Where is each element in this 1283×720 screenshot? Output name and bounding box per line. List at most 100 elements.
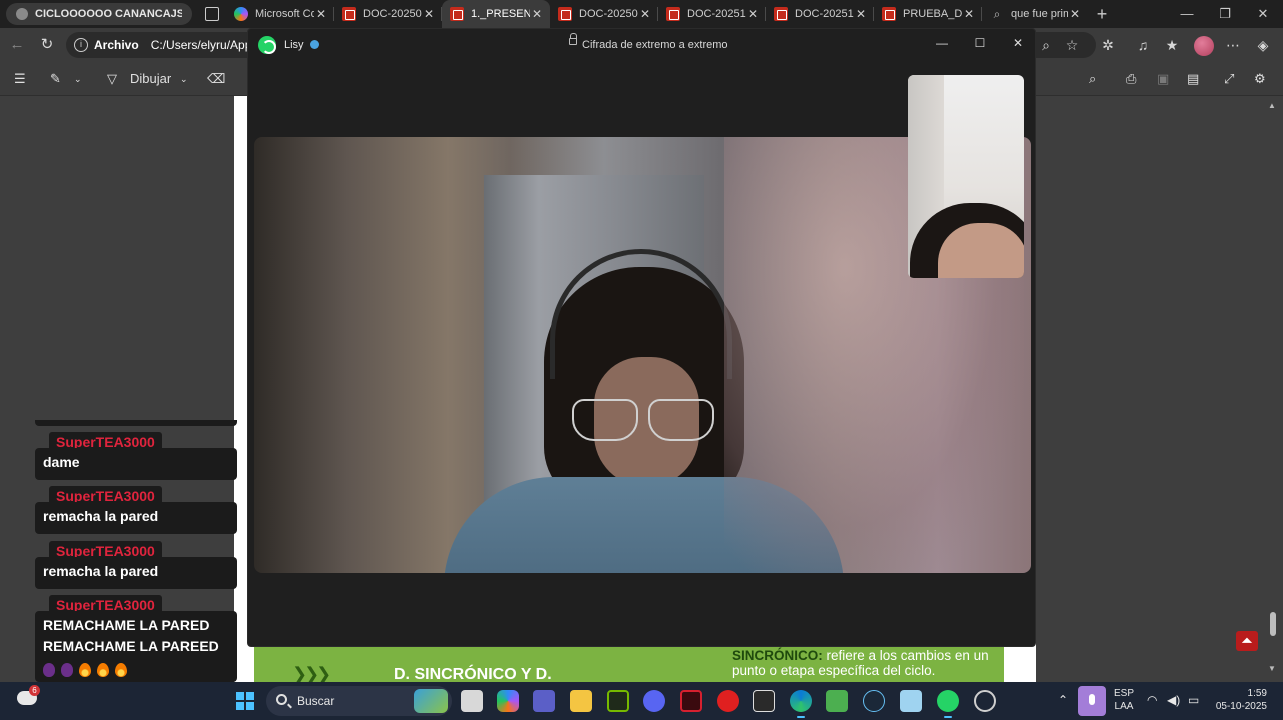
show-hidden-icons-chevron-icon[interactable]: ⌃	[1058, 693, 1068, 707]
pdf-icon	[666, 7, 680, 21]
nvidia-icon[interactable]	[607, 690, 629, 712]
save-as-icon[interactable]: ▤	[1187, 71, 1199, 87]
save-icon[interactable]: ▣	[1157, 71, 1169, 87]
close-tab-icon[interactable]: ✕	[962, 7, 976, 21]
edge-active-indicator	[797, 716, 805, 718]
self-video-preview[interactable]	[908, 75, 1024, 278]
tab-search[interactable]: ⌕ que fue prim ✕	[982, 0, 1088, 28]
info-icon[interactable]: i	[74, 38, 88, 52]
stream-chat-overlay: SuperTEA3000 dame SuperTEA3000 remacha l…	[35, 420, 237, 682]
notepad-icon[interactable]	[900, 690, 922, 712]
favorites-icon[interactable]: ★	[1163, 36, 1181, 54]
close-window-icon[interactable]: ✕	[1241, 0, 1283, 28]
fullscreen-icon[interactable]: ⤢	[1224, 71, 1234, 87]
fire-emote-icon	[79, 663, 91, 678]
close-tab-icon[interactable]: ✕	[638, 7, 652, 21]
minimize-window-icon[interactable]: —	[928, 33, 956, 53]
copilot-sidebar-icon[interactable]: ◈	[1254, 36, 1272, 54]
steam-icon[interactable]	[863, 690, 885, 712]
copilot-app-icon[interactable]	[497, 690, 519, 712]
close-tab-icon[interactable]: ✕	[530, 7, 544, 21]
tab-copilot[interactable]: Microsoft Co ✕	[226, 0, 334, 28]
tab-doc-2[interactable]: DOC-202509 ✕	[550, 0, 658, 28]
wifi-icon[interactable]: ◠	[1147, 693, 1157, 707]
tab-title: DOC-202510	[687, 8, 746, 20]
chat-message: remacha la pared	[35, 502, 237, 534]
taskbar-search-box[interactable]: Buscar	[266, 686, 452, 716]
teams-icon[interactable]	[533, 690, 555, 712]
vertical-scrollbar[interactable]	[1266, 96, 1283, 682]
tab-group-chip[interactable]: CICLOOOOOO CANANCAJSDNA	[6, 3, 192, 25]
file-explorer-icon[interactable]	[570, 690, 592, 712]
favorite-star-icon[interactable]: ☆	[1063, 36, 1081, 54]
tab-doc-4[interactable]: DOC-202510 ✕	[766, 0, 874, 28]
chat-emotes	[43, 659, 229, 680]
draw-button-label[interactable]: Dibujar	[130, 71, 171, 86]
back-arrow-icon[interactable]: ←	[7, 35, 27, 55]
purple-emote-icon	[43, 663, 55, 678]
acrobat-icon[interactable]: ⏶	[1236, 631, 1258, 651]
maximize-window-icon[interactable]: ☐	[966, 33, 994, 53]
purple-emote-icon	[61, 663, 73, 678]
close-tab-icon[interactable]: ✕	[1068, 7, 1082, 21]
tab-title: PRUEBA_DE	[903, 8, 962, 20]
draw-icon[interactable]: ▽	[107, 71, 117, 87]
battery-icon[interactable]: ▭	[1188, 693, 1199, 707]
close-tab-icon[interactable]: ✕	[314, 7, 328, 21]
browser-tab-strip: CICLOOOOOO CANANCAJSDNA Microsoft Co ✕ D…	[0, 0, 1283, 28]
chevron-down-icon[interactable]: ⌄	[74, 74, 82, 85]
settings-gear-icon[interactable]: ⚙	[1254, 71, 1266, 87]
search-icon[interactable]: ⌕	[1089, 71, 1096, 87]
tab-doc-1[interactable]: DOC-202509 ✕	[334, 0, 442, 28]
tab-title: DOC-202510	[795, 8, 854, 20]
start-button-icon[interactable]	[236, 692, 254, 710]
highlight-icon[interactable]: ✎	[50, 71, 61, 87]
tab-doc-3[interactable]: DOC-202510 ✕	[658, 0, 766, 28]
close-tab-icon[interactable]: ✕	[422, 7, 436, 21]
refresh-icon[interactable]: ↻	[37, 35, 57, 55]
discord-icon[interactable]	[643, 690, 665, 712]
more-menu-icon[interactable]: ⋯	[1224, 36, 1242, 54]
davinci-icon[interactable]	[680, 690, 702, 712]
epic-games-icon[interactable]	[753, 690, 775, 712]
whatsapp-app-icon[interactable]	[937, 690, 959, 712]
tab-prueba[interactable]: PRUEBA_DE ✕	[874, 0, 982, 28]
language-indicator[interactable]: ESP LAA	[1113, 687, 1135, 713]
zoom-icon[interactable]: ⌕	[1037, 36, 1055, 54]
print-icon[interactable]: ⎙	[1126, 71, 1136, 87]
new-tab-button[interactable]: +	[1088, 4, 1116, 25]
scrollbar-thumb[interactable]	[1270, 612, 1276, 636]
close-tab-icon[interactable]: ✕	[746, 7, 760, 21]
tab-title: 1._PRESENTA	[471, 8, 530, 20]
system-clock[interactable]: 1:59 05-10-2025	[1213, 687, 1267, 713]
search-highlight-image	[414, 689, 448, 713]
tab-presentation-active[interactable]: 1._PRESENTA ✕	[442, 0, 550, 28]
tab-title: que fue prim	[1011, 8, 1068, 20]
task-view-icon[interactable]	[461, 690, 483, 712]
tab-title: DOC-202509	[363, 8, 422, 20]
chevron-down-icon[interactable]: ⌄	[180, 74, 188, 85]
volume-icon[interactable]: ◀)	[1167, 693, 1180, 707]
edge-browser-icon[interactable]	[790, 690, 812, 712]
globe-emoji-icon	[309, 40, 319, 49]
microphone-in-use-icon[interactable]	[1078, 686, 1106, 716]
tab-actions-button[interactable]	[198, 0, 226, 28]
minecraft-icon[interactable]	[826, 690, 848, 712]
extensions-icon[interactable]: ✲	[1099, 36, 1117, 54]
profile-avatar[interactable]	[1194, 36, 1214, 56]
pdf-icon	[450, 7, 464, 21]
media-player-icon[interactable]	[717, 690, 739, 712]
eraser-icon[interactable]: ⌫	[207, 71, 225, 87]
contents-list-icon[interactable]: ☰	[14, 71, 26, 87]
close-tab-icon[interactable]: ✕	[854, 7, 868, 21]
chat-message: REMACHAME LA PARED REMACHAME LA PAREED	[35, 611, 237, 682]
close-window-icon[interactable]: ✕	[1004, 33, 1032, 53]
contact-name-text: Lisy	[284, 39, 304, 51]
keyboard-layout: LAA	[1114, 701, 1134, 712]
copilot-icon	[234, 7, 248, 21]
fire-emote-icon	[115, 663, 127, 678]
read-aloud-icon[interactable]: ♫	[1134, 36, 1152, 54]
obs-icon[interactable]	[974, 690, 996, 712]
scroll-up-arrow-icon[interactable]: ▲	[1268, 101, 1276, 110]
scroll-down-arrow-icon[interactable]: ▼	[1268, 664, 1276, 673]
